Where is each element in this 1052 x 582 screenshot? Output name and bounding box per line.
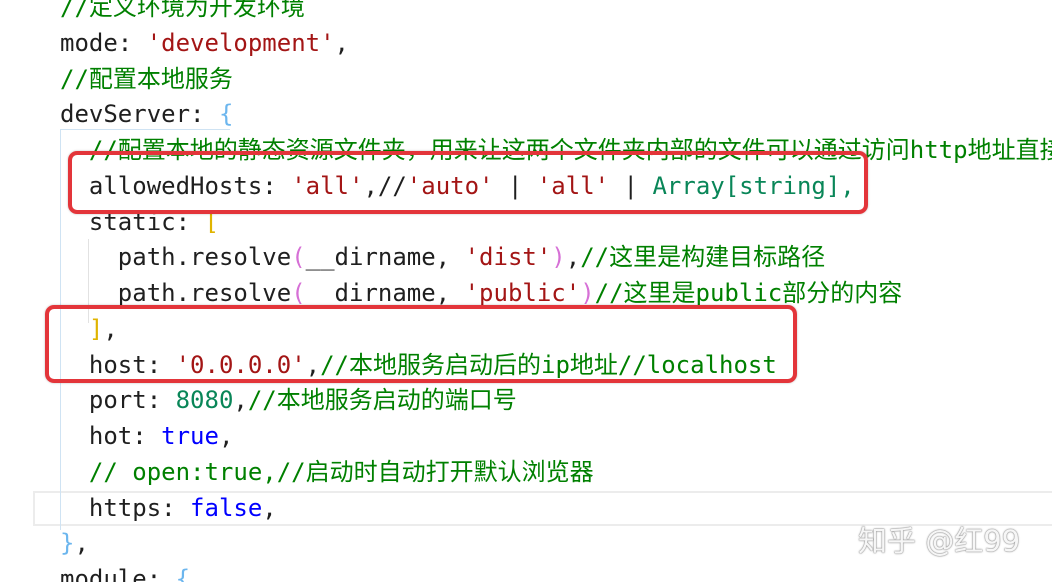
string-literal: 'development' bbox=[146, 28, 335, 57]
watermark: 知乎 @红99 bbox=[858, 524, 1021, 558]
annotation-box-allowed-hosts bbox=[68, 151, 868, 214]
property-key: devServer: bbox=[60, 100, 219, 129]
code-line-open-comment[interactable]: // open:true,//启动时自动打开默认浏览器 bbox=[60, 455, 1052, 491]
close-paren: ) bbox=[551, 243, 566, 272]
number-literal: 8080 bbox=[175, 386, 234, 415]
boolean-literal: false bbox=[190, 493, 263, 522]
code-editor[interactable]: //定义环境为开发环境 mode: 'development' , //配置本地… bbox=[0, 0, 1052, 582]
code-line-devserver[interactable]: devServer: { bbox=[60, 97, 1052, 133]
string-literal: 'dist' bbox=[464, 243, 552, 272]
property-key: hot: bbox=[88, 422, 162, 450]
punctuation: , bbox=[262, 493, 277, 522]
code-area[interactable]: //定义环境为开发环境 mode: 'development' , //配置本地… bbox=[60, 0, 1052, 582]
code-line-hot[interactable]: hot: true , bbox=[60, 419, 1052, 455]
punctuation: , bbox=[74, 529, 89, 558]
code-line-port[interactable]: port: 8080 , //本地服务启动的端口号 bbox=[60, 383, 1052, 419]
property-key: port: bbox=[88, 386, 176, 415]
code-line-module[interactable]: module: { bbox=[60, 562, 1052, 582]
code-line-env-comment[interactable]: //定义环境为开发环境 bbox=[60, 0, 1052, 26]
code-comment: //本地服务启动的端口号 bbox=[247, 386, 517, 415]
boolean-literal: true bbox=[161, 422, 219, 450]
punctuation: , bbox=[334, 28, 349, 57]
annotation-box-host bbox=[45, 305, 797, 383]
function-call: path.resolve bbox=[117, 243, 292, 272]
code-line-devserver-comment[interactable]: //配置本地服务 bbox=[60, 62, 1052, 98]
punctuation: , bbox=[218, 422, 234, 450]
code-comment: // open:true,//启动时自动打开默认浏览器 bbox=[88, 457, 594, 486]
open-brace: { bbox=[218, 100, 234, 129]
open-paren: ( bbox=[291, 243, 306, 272]
close-brace: } bbox=[60, 529, 75, 558]
property-key: module: bbox=[60, 565, 176, 582]
code-comment: //定义环境为开发环境 bbox=[60, 0, 305, 21]
punctuation: , bbox=[565, 243, 581, 272]
punctuation: , bbox=[233, 386, 248, 415]
property-key: https: bbox=[88, 493, 191, 522]
code-comment: //这里是构建目标路径 bbox=[580, 243, 826, 272]
argument: __dirname, bbox=[305, 243, 465, 272]
property-key: mode: bbox=[60, 28, 147, 57]
code-comment: //配置本地服务 bbox=[60, 64, 233, 93]
open-brace: { bbox=[175, 565, 191, 582]
code-line-static-dist[interactable]: path.resolve ( __dirname, 'dist' ) , //这… bbox=[60, 240, 1052, 276]
code-line-mode[interactable]: mode: 'development' , bbox=[60, 26, 1052, 62]
